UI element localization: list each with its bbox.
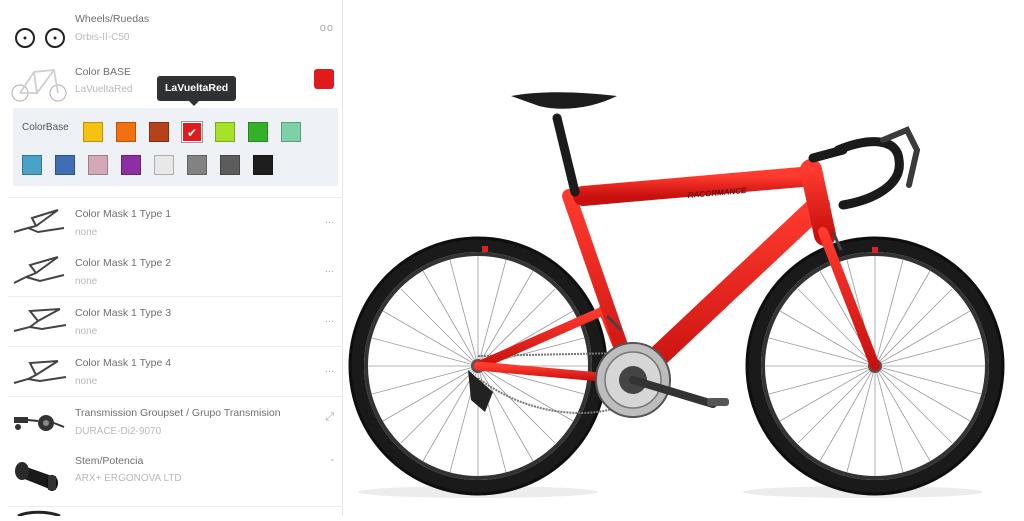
row-value: none xyxy=(75,376,98,387)
color-panel-label: ColorBase xyxy=(22,122,69,133)
selected-color-indicator[interactable] xyxy=(314,69,334,89)
color-swatch[interactable] xyxy=(215,122,235,142)
frame-mask-icon xyxy=(13,209,65,234)
more-icon[interactable]: ... xyxy=(325,263,334,275)
row-value: LaVueltaRed xyxy=(75,84,133,95)
row-value: DURACE-Di2-9070 xyxy=(75,426,162,437)
row-value: none xyxy=(75,227,98,238)
color-swatch[interactable] xyxy=(248,122,268,142)
row-title: Color Mask 1 Type 2 xyxy=(75,257,172,269)
row-title: Color BASE xyxy=(75,66,132,78)
component-sidebar: Wheels/Ruedas Orbis-II-C50 oo Color BASE… xyxy=(8,0,343,516)
color-swatch[interactable] xyxy=(88,155,108,175)
row-value: Orbis-II-C50 xyxy=(75,32,130,43)
saddle xyxy=(511,92,617,109)
bike-image: RACORMANCE xyxy=(348,92,1005,498)
frame-mask-icon xyxy=(13,256,65,284)
color-swatch[interactable] xyxy=(187,155,207,175)
row-title: Color Mask 1 Type 4 xyxy=(75,357,172,369)
more-icon[interactable]: ... xyxy=(325,214,334,226)
bike-preview: RACORMANCE xyxy=(343,0,1024,516)
expand-icon[interactable]: ⤢ xyxy=(325,411,334,424)
color-swatch[interactable] xyxy=(220,155,240,175)
row-title: Wheels/Ruedas xyxy=(75,13,150,25)
groupset-icon xyxy=(14,415,65,431)
option-row-mask-2[interactable]: Color Mask 1 Type 2 none ... xyxy=(8,247,342,297)
color-tooltip: LaVueltaRed xyxy=(157,76,237,106)
color-swatch[interactable] xyxy=(154,155,174,175)
expand-icon[interactable]: - xyxy=(330,454,334,466)
row-title: Stem/Potencia xyxy=(75,455,144,467)
wheels-toggle-icon[interactable]: oo xyxy=(320,22,334,34)
option-row-mask-1[interactable]: Color Mask 1 Type 1 none ... xyxy=(8,197,342,248)
stem-icon xyxy=(15,462,58,491)
frame-mask-icon xyxy=(13,360,67,384)
row-title: Color Mask 1 Type 1 xyxy=(75,208,172,220)
row-value: none xyxy=(75,276,98,287)
more-icon[interactable]: ... xyxy=(325,363,334,375)
color-swatch[interactable] xyxy=(121,155,141,175)
option-row-mask-4[interactable]: Color Mask 1 Type 4 none ... xyxy=(8,347,342,397)
color-swatch[interactable] xyxy=(116,122,136,142)
option-row-wheels[interactable]: Wheels/Ruedas Orbis-II-C50 oo xyxy=(8,0,342,59)
color-swatch[interactable] xyxy=(149,122,169,142)
bike-frame xyxy=(473,159,880,391)
handlebar-icon xyxy=(17,510,61,516)
color-swatch[interactable] xyxy=(253,155,273,175)
row-value: none xyxy=(75,326,98,337)
option-row-next[interactable] xyxy=(8,507,342,516)
color-swatch-selected[interactable] xyxy=(181,121,203,143)
wheels-icon xyxy=(15,28,65,48)
color-swatch[interactable] xyxy=(83,122,103,142)
color-swatch[interactable] xyxy=(281,122,301,142)
more-icon[interactable]: ... xyxy=(325,313,334,325)
row-title: Color Mask 1 Type 3 xyxy=(75,307,172,319)
handlebar xyxy=(833,137,904,210)
color-swatch[interactable] xyxy=(22,155,42,175)
frame-mask-icon xyxy=(13,308,67,332)
frame-icon xyxy=(11,69,67,102)
row-title: Transmission Groupset / Grupo Transmisio… xyxy=(75,407,281,419)
color-swatch-panel: ColorBase xyxy=(13,108,338,186)
option-row-mask-3[interactable]: Color Mask 1 Type 3 none ... xyxy=(8,297,342,347)
option-row-groupset[interactable]: Transmission Groupset / Grupo Transmisio… xyxy=(8,397,342,447)
row-value: ARX+ ERGONOVA LTD xyxy=(75,473,182,484)
color-swatch[interactable] xyxy=(55,155,75,175)
option-row-stem[interactable]: Stem/Potencia ARX+ ERGONOVA LTD - xyxy=(8,446,342,507)
